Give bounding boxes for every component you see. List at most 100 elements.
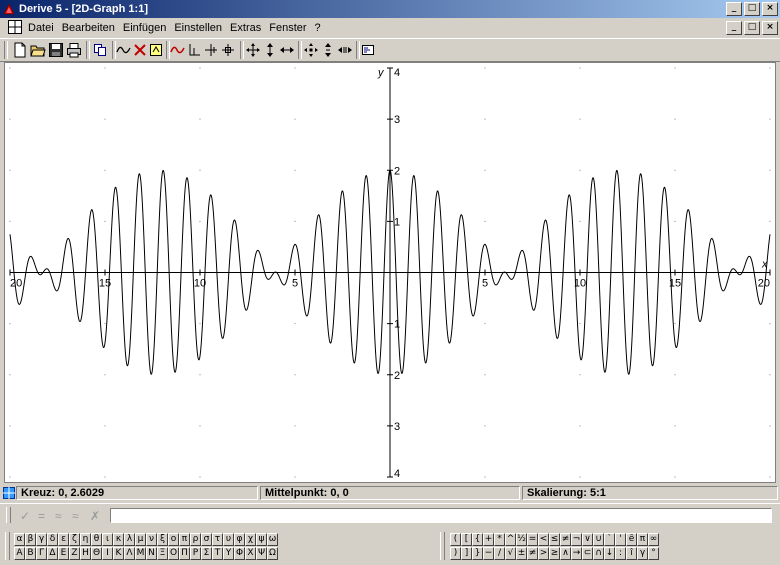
- greek-lowercase-symbol-button[interactable]: υ: [223, 533, 234, 546]
- delete-icon[interactable]: [132, 42, 148, 58]
- mdi-restore-button[interactable]: □: [744, 21, 760, 35]
- greek-lowercase-symbol-button[interactable]: ρ: [190, 533, 201, 546]
- greek-lowercase-symbol-button[interactable]: τ: [212, 533, 223, 546]
- greek-uppercase-symbol-button[interactable]: Σ: [201, 547, 212, 560]
- math-symbol-button[interactable]: ': [615, 533, 626, 546]
- math-symbol-button[interactable]: ê: [626, 533, 637, 546]
- zoom-in-icon[interactable]: [303, 42, 319, 58]
- greek-lowercase-symbol-button[interactable]: ξ: [157, 533, 168, 546]
- greek-uppercase-symbol-button[interactable]: Μ: [135, 547, 146, 560]
- math-symbol-button[interactable]: ≤: [549, 533, 560, 546]
- cross-move-icon[interactable]: [203, 42, 219, 58]
- scale-dialog-icon[interactable]: [360, 42, 376, 58]
- greek-lowercase-symbol-button[interactable]: ψ: [256, 533, 267, 546]
- math-symbol-button[interactable]: √: [505, 547, 516, 560]
- greek-lowercase-symbol-button[interactable]: α: [14, 533, 25, 546]
- greek-uppercase-symbol-button[interactable]: Τ: [212, 547, 223, 560]
- math-symbol-button[interactable]: γ: [637, 547, 648, 560]
- greek-uppercase-symbol-button[interactable]: Ζ: [69, 547, 80, 560]
- math-symbol-button[interactable]: ^: [505, 533, 516, 546]
- greek-uppercase-symbol-button[interactable]: Β: [25, 547, 36, 560]
- greek-uppercase-symbol-button[interactable]: Η: [80, 547, 91, 560]
- move-vertical-icon[interactable]: [262, 42, 278, 58]
- math-symbol-button[interactable]: ≠: [560, 533, 571, 546]
- greek-uppercase-symbol-button[interactable]: Δ: [47, 547, 58, 560]
- save-icon[interactable]: [48, 42, 64, 58]
- math-symbol-button[interactable]: ]: [461, 547, 472, 560]
- math-symbol-button[interactable]: −: [483, 547, 494, 560]
- math-symbol-button[interactable]: }: [472, 547, 483, 560]
- graph-canvas[interactable]: 20 15 10 5 5 10 15 2043211234yx: [5, 63, 775, 482]
- menu-einfuegen[interactable]: Einfügen: [120, 21, 169, 35]
- greek-lowercase-symbol-button[interactable]: β: [25, 533, 36, 546]
- math-symbol-button[interactable]: ∧: [560, 547, 571, 560]
- math-symbol-button[interactable]: ∨: [582, 533, 593, 546]
- greek-uppercase-symbol-button[interactable]: Κ: [113, 547, 124, 560]
- menu-help[interactable]: ?: [312, 21, 324, 35]
- math-symbol-button[interactable]: /: [494, 547, 505, 560]
- math-symbol-button[interactable]: ⊂: [582, 547, 593, 560]
- math-symbol-button[interactable]: π: [637, 533, 648, 546]
- greek-uppercase-symbol-button[interactable]: Χ: [245, 547, 256, 560]
- greek-uppercase-symbol-button[interactable]: Ρ: [190, 547, 201, 560]
- mdi-minimize-button[interactable]: _: [726, 21, 742, 35]
- math-symbol-button[interactable]: {: [472, 533, 483, 546]
- greek-uppercase-symbol-button[interactable]: Ν: [146, 547, 157, 560]
- move-horizontal-icon[interactable]: [279, 42, 295, 58]
- math-symbol-button[interactable]: +: [483, 533, 494, 546]
- math-symbol-button[interactable]: <: [538, 533, 549, 546]
- greek-uppercase-symbol-button[interactable]: Λ: [124, 547, 135, 560]
- greek-lowercase-symbol-button[interactable]: ν: [146, 533, 157, 546]
- greek-lowercase-symbol-button[interactable]: π: [179, 533, 190, 546]
- math-symbol-button[interactable]: î: [626, 547, 637, 560]
- zoom-vertical-icon[interactable]: [320, 42, 336, 58]
- math-symbol-button[interactable]: =: [527, 533, 538, 546]
- math-symbol-button[interactable]: ≠: [527, 547, 538, 560]
- plot-area[interactable]: 20 15 10 5 5 10 15 20 4 3 2 1 1 2 3 4 y x: [4, 62, 776, 483]
- greek-uppercase-symbol-button[interactable]: Ξ: [157, 547, 168, 560]
- zoom-horizontal-icon[interactable]: [337, 42, 353, 58]
- math-symbol-button[interactable]: ½: [516, 533, 527, 546]
- greek-palette-grip[interactable]: [5, 532, 10, 560]
- greek-lowercase-symbol-button[interactable]: η: [80, 533, 91, 546]
- math-symbol-button[interactable]: ↓: [604, 547, 615, 560]
- math-symbol-button[interactable]: ¬: [571, 533, 582, 546]
- greek-lowercase-symbol-button[interactable]: χ: [245, 533, 256, 546]
- greek-uppercase-symbol-button[interactable]: Ι: [102, 547, 113, 560]
- math-symbol-button[interactable]: :: [615, 547, 626, 560]
- center-cross-icon[interactable]: [220, 42, 236, 58]
- approx-symbol-icon[interactable]: ≈: [55, 509, 62, 523]
- greek-lowercase-symbol-button[interactable]: λ: [124, 533, 135, 546]
- greek-uppercase-symbol-button[interactable]: Ω: [267, 547, 278, 560]
- maximize-button[interactable]: □: [744, 2, 760, 16]
- greek-uppercase-symbol-button[interactable]: Φ: [234, 547, 245, 560]
- graph-window-icon[interactable]: [8, 20, 22, 34]
- check-symbol-icon[interactable]: ✓: [20, 509, 30, 523]
- greek-uppercase-symbol-button[interactable]: Υ: [223, 547, 234, 560]
- trace-plots-icon[interactable]: [170, 42, 186, 58]
- toolbar-grip[interactable]: [4, 41, 8, 59]
- print-icon[interactable]: [66, 42, 82, 58]
- editbar-grip[interactable]: [6, 507, 11, 523]
- greek-lowercase-symbol-button[interactable]: ε: [58, 533, 69, 546]
- math-symbol-button[interactable]: →: [571, 547, 582, 560]
- menu-datei[interactable]: Datei: [25, 21, 57, 35]
- math-symbol-button[interactable]: ≥: [549, 547, 560, 560]
- math-symbol-button[interactable]: ∩: [593, 547, 604, 560]
- approx-equals-symbol-icon[interactable]: ≈: [72, 509, 79, 523]
- greek-lowercase-symbol-button[interactable]: γ: [36, 533, 47, 546]
- math-symbol-button[interactable]: ∞: [648, 533, 659, 546]
- math-symbol-button[interactable]: `: [604, 533, 615, 546]
- menu-bearbeiten[interactable]: Bearbeiten: [59, 21, 118, 35]
- greek-uppercase-symbol-button[interactable]: Ε: [58, 547, 69, 560]
- greek-lowercase-symbol-button[interactable]: θ: [91, 533, 102, 546]
- greek-lowercase-symbol-button[interactable]: μ: [135, 533, 146, 546]
- math-symbol-button[interactable]: ∪: [593, 533, 604, 546]
- greek-uppercase-symbol-button[interactable]: Ο: [168, 547, 179, 560]
- greek-lowercase-symbol-button[interactable]: σ: [201, 533, 212, 546]
- open-folder-icon[interactable]: [30, 42, 46, 58]
- move-icon[interactable]: [245, 42, 261, 58]
- math-palette-grip[interactable]: [440, 532, 445, 560]
- greek-uppercase-symbol-button[interactable]: Θ: [91, 547, 102, 560]
- math-symbol-button[interactable]: >: [538, 547, 549, 560]
